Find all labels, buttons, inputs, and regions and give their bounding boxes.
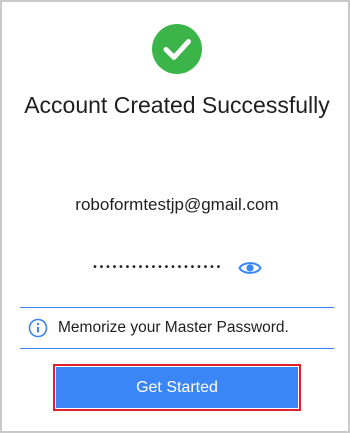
- password-row: ••••••••••••••••••••: [92, 256, 267, 280]
- info-message: Memorize your Master Password.: [58, 319, 289, 336]
- page-title: Account Created Successfully: [24, 92, 330, 118]
- check-circle-icon: [152, 24, 202, 74]
- masked-password: ••••••••••••••••••••: [92, 262, 222, 273]
- info-banner: Memorize your Master Password.: [20, 307, 334, 349]
- screen-frame: Account Created Successfully roboformtes…: [0, 0, 350, 433]
- get-started-button[interactable]: Get Started: [56, 367, 298, 408]
- account-email: roboformtestjp@gmail.com: [75, 195, 279, 214]
- eye-icon[interactable]: [238, 258, 262, 278]
- info-icon: [28, 318, 48, 338]
